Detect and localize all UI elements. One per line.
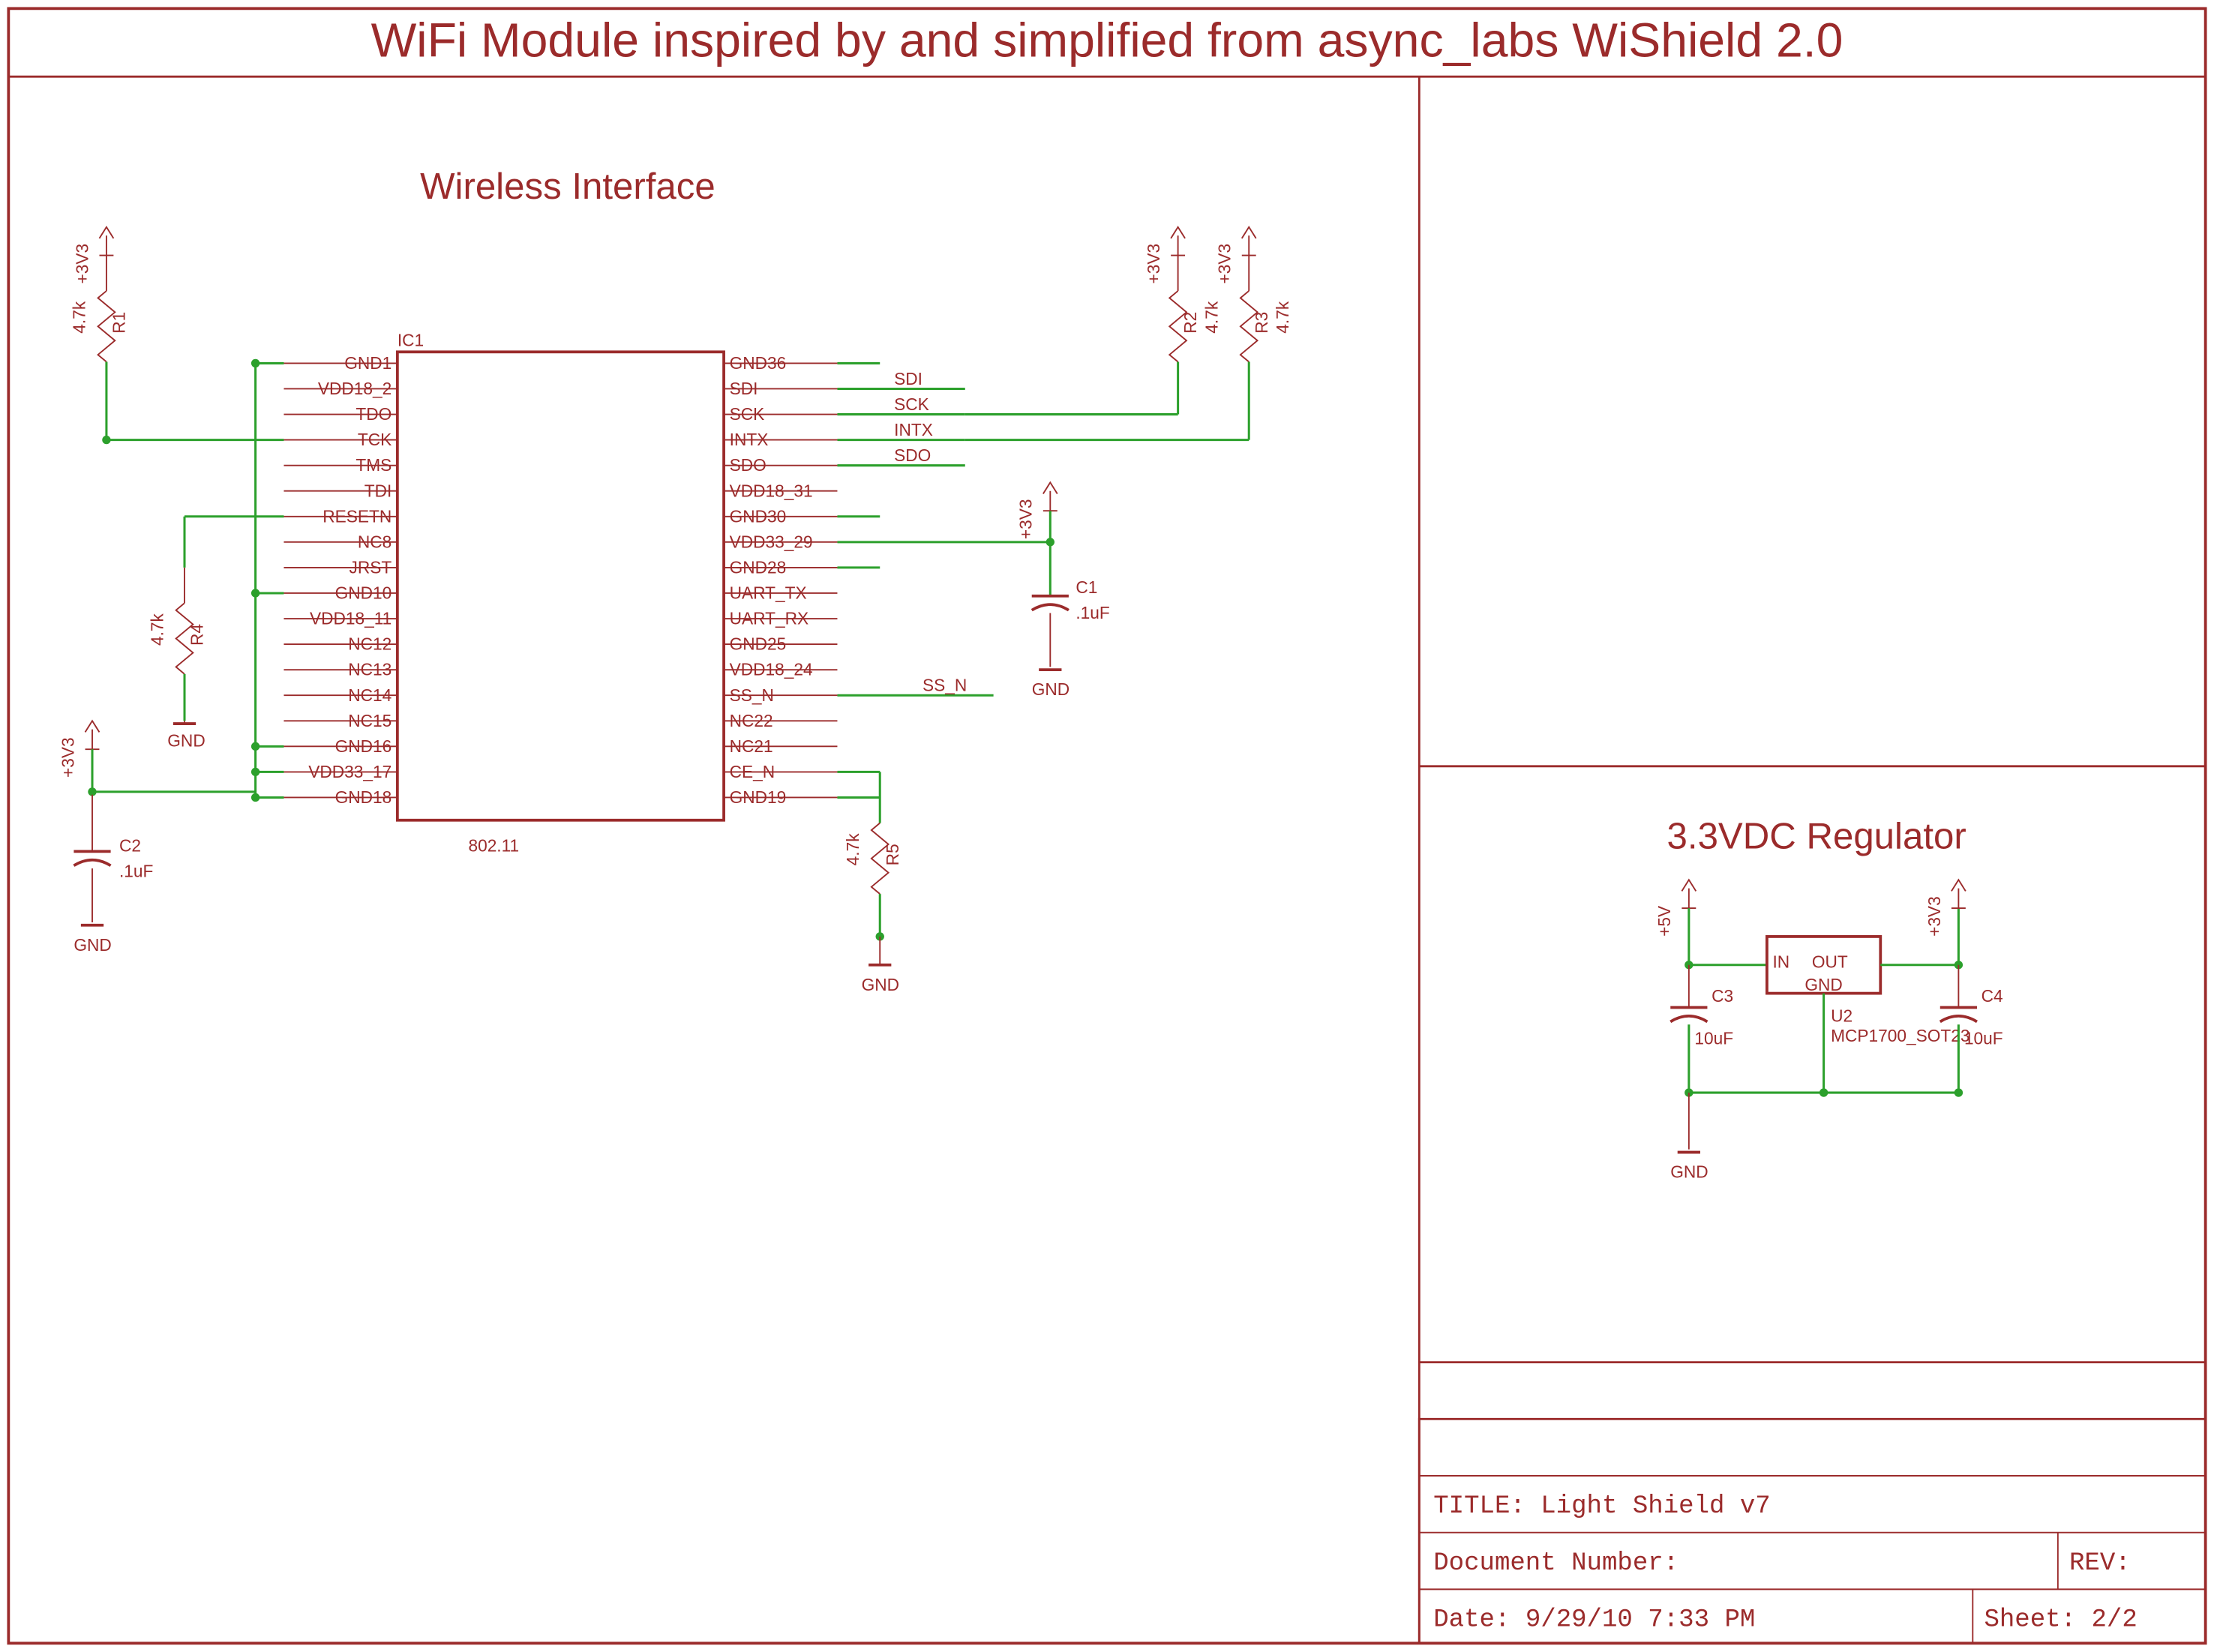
svg-text:4.7k: 4.7k [148,613,167,646]
wireless-section-title: Wireless Interface [420,166,716,207]
svg-text:Date: 9/29/10 7:33 PM: Date: 9/29/10 7:33 PM [1433,1606,1755,1635]
svg-text:R1: R1 [110,312,129,334]
ic1-chip: IC1 802.11 [398,331,724,856]
svg-text:C1: C1 [1076,577,1097,597]
svg-text:.1uF: .1uF [119,861,153,880]
regulator-section-title: 3.3VDC Regulator [1667,816,1966,857]
svg-text:MCP1700_SOT23: MCP1700_SOT23 [1831,1026,1970,1045]
ic1-refdes: IC1 [398,331,424,350]
svg-text:R3: R3 [1252,312,1271,334]
resistor-r1: R1 4.7k +3V3 [70,227,284,445]
svg-text:GND: GND [862,975,899,994]
svg-text:+3V3: +3V3 [1144,244,1163,284]
svg-text:OUT: OUT [1812,952,1848,972]
svg-text:+3V3: +3V3 [1924,896,1944,937]
capacitor-c2: +3V3 C2 .1uF GND [58,721,255,955]
left-bus [251,359,284,802]
svg-text:C4: C4 [1982,986,2003,1006]
svg-text:Sheet: 2/2: Sheet: 2/2 [1984,1606,2137,1635]
schematic-sheet: WiFi Module inspired by and simplified f… [0,0,2214,1652]
svg-text:10uF: 10uF [1964,1029,2003,1048]
svg-text:C2: C2 [119,835,141,855]
svg-text:4.7k: 4.7k [1273,301,1292,334]
svg-text:GND: GND [1670,1162,1708,1182]
page-title: WiFi Module inspired by and simplified f… [371,13,1844,67]
capacitor-c1: +3V3 C1 .1uF GND [837,482,1109,699]
svg-text:4.7k: 4.7k [843,833,862,866]
resistor-r3: +3V3 R3 4.7k [965,227,1292,440]
svg-text:R4: R4 [188,624,207,646]
net-labels-right: SDI SCK INTX SDO SS_N [837,369,993,695]
svg-text:+3V3: +3V3 [1215,244,1234,284]
svg-text:TITLE: Light Shield v7: TITLE: Light Shield v7 [1433,1492,1771,1521]
svg-text:+3V3: +3V3 [58,737,77,778]
svg-text:REV:: REV: [2069,1549,2131,1578]
svg-text:Document Number:: Document Number: [1433,1549,1678,1578]
svg-text:INTX: INTX [894,420,933,439]
svg-text:GND: GND [74,935,111,955]
resistor-r2: +3V3 R2 4.7k [965,227,1222,415]
resistor-r5: R5 4.7k GND [837,363,902,994]
svg-text:C3: C3 [1712,986,1733,1006]
svg-text:+5V: +5V [1654,905,1674,937]
svg-text:+3V3: +3V3 [72,244,92,284]
svg-text:U2: U2 [1831,1006,1852,1025]
svg-text:+3V3: +3V3 [1016,499,1036,539]
svg-text:SDO: SDO [894,445,931,465]
svg-text:SS_N: SS_N [922,676,967,695]
svg-text:R5: R5 [883,844,902,865]
regulator-u2: +5V IN OUT GND U2 MCP1700_SOT23 +3V3 C3 … [1654,880,2002,1181]
svg-text:GND: GND [167,730,205,750]
svg-text:SDI: SDI [894,369,922,388]
svg-text:SCK: SCK [894,394,929,414]
ic1-value: 802.11 [468,835,519,855]
svg-text:.1uF: .1uF [1076,603,1109,622]
svg-text:4.7k: 4.7k [70,301,89,334]
titleblock: TITLE: Light Shield v7 Document Number: … [1419,1419,2205,1643]
svg-text:IN: IN [1772,952,1790,972]
svg-text:10uF: 10uF [1694,1029,1733,1048]
ic1-right-pin-labels: GND36 SDI SCK INTX SDO VDD18_31 GND30 VD… [724,353,837,807]
svg-text:4.7k: 4.7k [1202,301,1222,334]
svg-text:GND: GND [1032,679,1070,699]
resistor-r4: R4 4.7k GND [148,517,284,751]
ic1-left-pin-labels: GND1 VDD18_2 TDO TCK TMS TDI RESETN NC8 … [284,353,397,807]
svg-text:GND: GND [1804,975,1842,994]
svg-text:R2: R2 [1180,312,1200,334]
